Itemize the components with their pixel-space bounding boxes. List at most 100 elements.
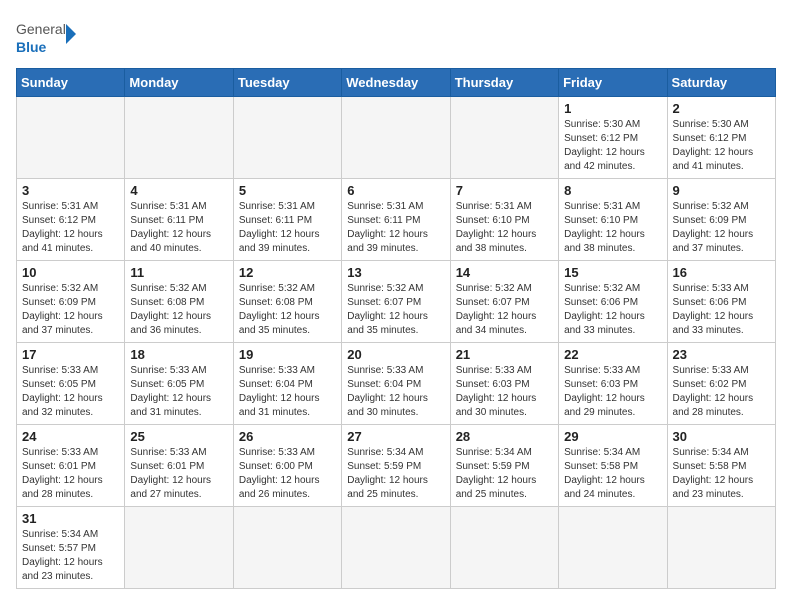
day-number: 6 xyxy=(347,183,444,198)
day-info: Sunrise: 5:34 AM Sunset: 5:58 PM Dayligh… xyxy=(673,446,770,502)
day-info: Sunrise: 5:32 AM Sunset: 6:08 PM Dayligh… xyxy=(239,282,336,338)
day-info: Sunrise: 5:30 AM Sunset: 6:12 PM Dayligh… xyxy=(564,118,661,174)
day-number: 7 xyxy=(456,183,553,198)
generalblue-logo-icon: General Blue xyxy=(16,16,76,60)
day-number: 31 xyxy=(22,511,119,526)
day-info: Sunrise: 5:34 AM Sunset: 5:59 PM Dayligh… xyxy=(456,446,553,502)
header-wednesday: Wednesday xyxy=(342,69,450,97)
day-number: 22 xyxy=(564,347,661,362)
day-info: Sunrise: 5:32 AM Sunset: 6:09 PM Dayligh… xyxy=(22,282,119,338)
day-number: 2 xyxy=(673,101,770,116)
svg-text:Blue: Blue xyxy=(16,39,47,55)
calendar-cell: 3Sunrise: 5:31 AM Sunset: 6:12 PM Daylig… xyxy=(17,179,125,261)
calendar-cell: 23Sunrise: 5:33 AM Sunset: 6:02 PM Dayli… xyxy=(667,343,775,425)
week-row-3: 10 Sunrise: 5:32 AM Sunset: 6:09 PM Dayli… xyxy=(17,261,776,343)
day-number: 4 xyxy=(130,183,227,198)
day-info: Sunrise: 5:30 AM Sunset: 6:12 PM Dayligh… xyxy=(673,118,770,174)
calendar-cell: 12Sunrise: 5:32 AM Sunset: 6:08 PM Dayli… xyxy=(233,261,341,343)
calendar-cell: 13Sunrise: 5:32 AM Sunset: 6:07 PM Dayli… xyxy=(342,261,450,343)
calendar-cell: 15Sunrise: 5:32 AM Sunset: 6:06 PM Dayli… xyxy=(559,261,667,343)
calendar-cell xyxy=(17,97,125,179)
day-info: Sunrise: 5:33 AM Sunset: 6:01 PM Dayligh… xyxy=(130,446,227,502)
day-info: Sunrise: 5:33 AM Sunset: 6:00 PM Dayligh… xyxy=(239,446,336,502)
day-number: 8 xyxy=(564,183,661,198)
day-info: Sunrise: 5:34 AM Sunset: 5:59 PM Dayligh… xyxy=(347,446,444,502)
calendar-cell: 31 Sunrise: 5:34 AM Sunset: 5:57 PM Dayli… xyxy=(17,507,125,589)
header-saturday: Saturday xyxy=(667,69,775,97)
calendar-cell: 5 Sunrise: 5:31 AM Sunset: 6:11 PM Daylig… xyxy=(233,179,341,261)
day-info: Sunrise: 5:33 AM Sunset: 6:05 PM Dayligh… xyxy=(22,364,119,420)
day-number: 30 xyxy=(673,429,770,444)
header-monday: Monday xyxy=(125,69,233,97)
day-number: 10 xyxy=(22,265,119,280)
day-info: Sunrise: 5:33 AM Sunset: 6:02 PM Dayligh… xyxy=(673,364,770,420)
day-number: 1 xyxy=(564,101,661,116)
day-number: 24 xyxy=(22,429,119,444)
calendar-cell xyxy=(342,507,450,589)
day-info: Sunrise: 5:33 AM Sunset: 6:04 PM Dayligh… xyxy=(347,364,444,420)
day-info: Sunrise: 5:32 AM Sunset: 6:07 PM Dayligh… xyxy=(456,282,553,338)
calendar-cell xyxy=(450,507,558,589)
calendar-cell xyxy=(342,97,450,179)
day-number: 26 xyxy=(239,429,336,444)
day-info: Sunrise: 5:33 AM Sunset: 6:03 PM Dayligh… xyxy=(564,364,661,420)
calendar-cell xyxy=(125,507,233,589)
day-info: Sunrise: 5:33 AM Sunset: 6:03 PM Dayligh… xyxy=(456,364,553,420)
day-number: 27 xyxy=(347,429,444,444)
calendar-cell: 2 Sunrise: 5:30 AM Sunset: 6:12 PM Daylig… xyxy=(667,97,775,179)
day-number: 21 xyxy=(456,347,553,362)
header-thursday: Thursday xyxy=(450,69,558,97)
calendar-cell: 18Sunrise: 5:33 AM Sunset: 6:05 PM Dayli… xyxy=(125,343,233,425)
header: General Blue xyxy=(16,16,776,60)
day-info: Sunrise: 5:31 AM Sunset: 6:11 PM Dayligh… xyxy=(347,200,444,256)
day-info: Sunrise: 5:33 AM Sunset: 6:04 PM Dayligh… xyxy=(239,364,336,420)
calendar-cell: 28 Sunrise: 5:34 AM Sunset: 5:59 PM Dayli… xyxy=(450,425,558,507)
svg-text:General: General xyxy=(16,21,66,37)
day-number: 25 xyxy=(130,429,227,444)
day-number: 5 xyxy=(239,183,336,198)
calendar-cell xyxy=(233,97,341,179)
day-number: 16 xyxy=(673,265,770,280)
calendar-cell: 11Sunrise: 5:32 AM Sunset: 6:08 PM Dayli… xyxy=(125,261,233,343)
calendar-cell: 16Sunrise: 5:33 AM Sunset: 6:06 PM Dayli… xyxy=(667,261,775,343)
week-row-4: 17Sunrise: 5:33 AM Sunset: 6:05 PM Dayli… xyxy=(17,343,776,425)
calendar-cell xyxy=(559,507,667,589)
calendar-cell: 9 Sunrise: 5:32 AM Sunset: 6:09 PM Daylig… xyxy=(667,179,775,261)
calendar-cell: 22 Sunrise: 5:33 AM Sunset: 6:03 PM Dayli… xyxy=(559,343,667,425)
header-tuesday: Tuesday xyxy=(233,69,341,97)
day-number: 15 xyxy=(564,265,661,280)
day-number: 29 xyxy=(564,429,661,444)
day-number: 9 xyxy=(673,183,770,198)
calendar-cell: 10 Sunrise: 5:32 AM Sunset: 6:09 PM Dayli… xyxy=(17,261,125,343)
calendar-cell xyxy=(125,97,233,179)
week-row-2: 3Sunrise: 5:31 AM Sunset: 6:12 PM Daylig… xyxy=(17,179,776,261)
calendar-cell xyxy=(450,97,558,179)
day-number: 19 xyxy=(239,347,336,362)
day-number: 14 xyxy=(456,265,553,280)
day-info: Sunrise: 5:33 AM Sunset: 6:05 PM Dayligh… xyxy=(130,364,227,420)
calendar-cell xyxy=(233,507,341,589)
week-row-5: 24 Sunrise: 5:33 AM Sunset: 6:01 PM Dayli… xyxy=(17,425,776,507)
calendar-cell xyxy=(667,507,775,589)
header-sunday: Sunday xyxy=(17,69,125,97)
calendar-cell: 6 Sunrise: 5:31 AM Sunset: 6:11 PM Daylig… xyxy=(342,179,450,261)
day-number: 3 xyxy=(22,183,119,198)
day-info: Sunrise: 5:31 AM Sunset: 6:11 PM Dayligh… xyxy=(239,200,336,256)
day-info: Sunrise: 5:31 AM Sunset: 6:10 PM Dayligh… xyxy=(456,200,553,256)
calendar-header-row: SundayMondayTuesdayWednesdayThursdayFrid… xyxy=(17,69,776,97)
day-info: Sunrise: 5:31 AM Sunset: 6:10 PM Dayligh… xyxy=(564,200,661,256)
calendar-cell: 7 Sunrise: 5:31 AM Sunset: 6:10 PM Daylig… xyxy=(450,179,558,261)
calendar-cell: 21 Sunrise: 5:33 AM Sunset: 6:03 PM Dayli… xyxy=(450,343,558,425)
calendar-cell: 4 Sunrise: 5:31 AM Sunset: 6:11 PM Daylig… xyxy=(125,179,233,261)
day-info: Sunrise: 5:34 AM Sunset: 5:57 PM Dayligh… xyxy=(22,528,119,584)
logo: General Blue xyxy=(16,16,76,60)
week-row-1: 1 Sunrise: 5:30 AM Sunset: 6:12 PM Daylig… xyxy=(17,97,776,179)
calendar-cell: 8 Sunrise: 5:31 AM Sunset: 6:10 PM Daylig… xyxy=(559,179,667,261)
calendar-cell: 19 Sunrise: 5:33 AM Sunset: 6:04 PM Dayli… xyxy=(233,343,341,425)
day-number: 28 xyxy=(456,429,553,444)
day-info: Sunrise: 5:31 AM Sunset: 6:11 PM Dayligh… xyxy=(130,200,227,256)
calendar-cell: 20Sunrise: 5:33 AM Sunset: 6:04 PM Dayli… xyxy=(342,343,450,425)
calendar-cell: 30 Sunrise: 5:34 AM Sunset: 5:58 PM Dayli… xyxy=(667,425,775,507)
day-info: Sunrise: 5:32 AM Sunset: 6:09 PM Dayligh… xyxy=(673,200,770,256)
calendar-cell: 25 Sunrise: 5:33 AM Sunset: 6:01 PM Dayli… xyxy=(125,425,233,507)
